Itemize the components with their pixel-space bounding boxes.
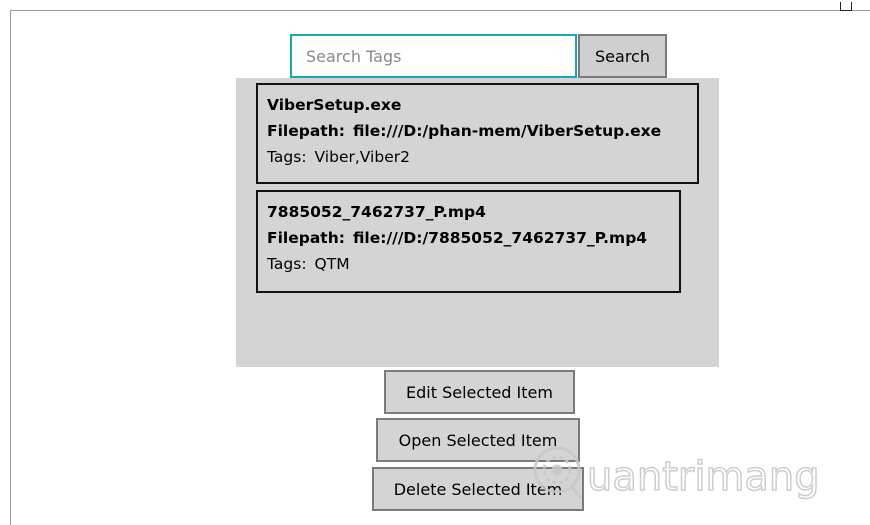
filepath-value: file:///D:/phan-mem/ViberSetup.exe [352,122,662,140]
tags-value: Viber,Viber2 [314,148,410,166]
item-name: 7885052_7462737_P.mp4 [267,203,486,221]
tags-value: QTM [314,255,350,273]
item-name: ViberSetup.exe [267,96,402,114]
search-button[interactable]: Search [578,34,667,78]
filepath-label: Filepath: [267,122,345,140]
search-input[interactable] [290,34,577,78]
edit-selected-item-button[interactable]: Edit Selected Item [384,370,575,414]
filepath-label: Filepath: [267,229,345,247]
item-tags-row: Tags: Viber,Viber2 [267,144,688,170]
open-selected-item-button[interactable]: Open Selected Item [376,418,580,462]
tags-label: Tags: [267,148,307,166]
delete-selected-item-button[interactable]: Delete Selected Item [372,467,584,511]
item-filepath-row: Filepath: file:///D:/7885052_7462737_P.mp… [267,225,670,251]
filepath-value: file:///D:/7885052_7462737_P.mp4 [352,229,648,247]
list-item[interactable]: 7885052_7462737_P.mp4 Filepath: file:///D… [256,190,681,293]
results-list[interactable]: ViberSetup.exe Filepath: file:///D:/phan-… [236,78,719,367]
item-filepath-row: Filepath: file:///D:/phan-mem/ViberSetup.… [267,118,688,144]
maximize-icon[interactable] [840,2,852,11]
item-tags-row: Tags: QTM [267,251,670,277]
list-item[interactable]: ViberSetup.exe Filepath: file:///D:/phan-… [256,83,699,184]
tags-label: Tags: [267,255,307,273]
